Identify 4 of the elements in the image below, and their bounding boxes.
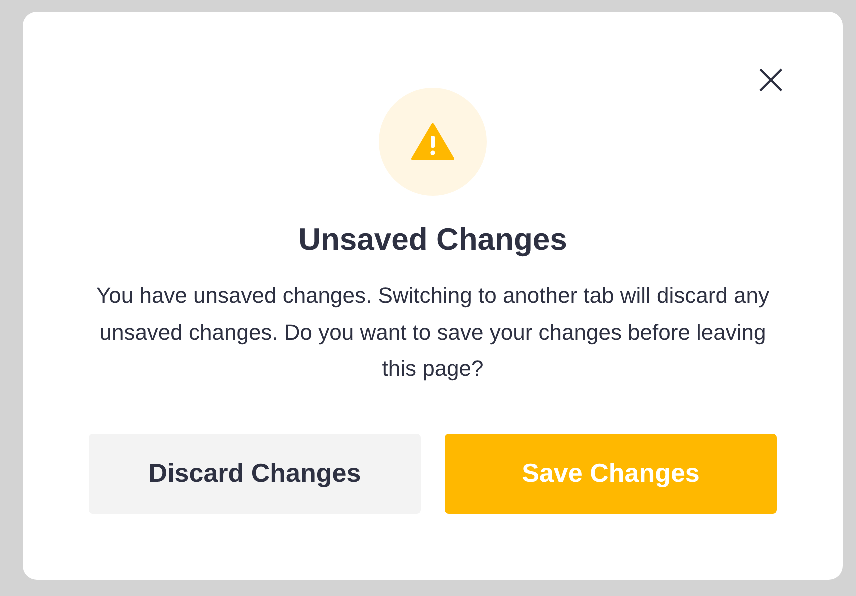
dialog-title: Unsaved Changes bbox=[298, 222, 568, 258]
discard-button[interactable]: Discard Changes bbox=[89, 434, 421, 514]
dialog-message: You have unsaved changes. Switching to another tab will discard any unsaved changes. Do you want to save your changes before leaving this page? bbox=[95, 282, 771, 383]
close-button[interactable]: × bbox=[751, 60, 791, 100]
